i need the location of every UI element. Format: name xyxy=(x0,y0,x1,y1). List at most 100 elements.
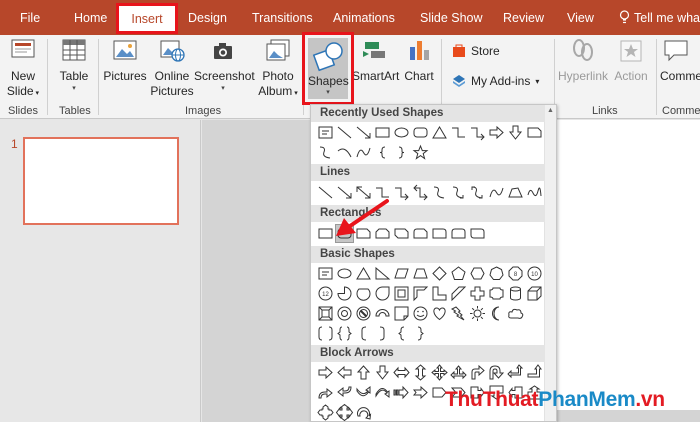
shape-right-arrow[interactable] xyxy=(487,123,506,142)
shape-striped-right-arrow[interactable] xyxy=(392,383,411,402)
shape-right-bracket[interactable] xyxy=(373,324,392,343)
shape-down-block-arrow[interactable] xyxy=(373,363,392,382)
shape-down-arrow[interactable] xyxy=(506,123,525,142)
shape-round-diagonal-rectangle[interactable] xyxy=(468,224,487,243)
shape-left-up-arrow[interactable] xyxy=(506,363,525,382)
shape-snip-diagonal-rectangle[interactable] xyxy=(392,224,411,243)
shape-line[interactable] xyxy=(335,123,354,142)
shape-teardrop[interactable] xyxy=(373,284,392,303)
shape-oval[interactable] xyxy=(392,123,411,142)
shape-hexagon[interactable] xyxy=(468,264,487,283)
shape-rounded-rectangle[interactable] xyxy=(411,123,430,142)
shape-left-bracket[interactable] xyxy=(354,324,373,343)
shape-arrow-line[interactable] xyxy=(354,123,373,142)
tab-home[interactable]: Home xyxy=(74,11,107,25)
shape-smiley-face[interactable] xyxy=(411,304,430,323)
my-addins-button[interactable]: My Add-ins ▾ xyxy=(452,74,539,88)
shape-sun[interactable] xyxy=(468,304,487,323)
shape-heart[interactable] xyxy=(430,304,449,323)
shape-elbow-connector[interactable] xyxy=(449,123,468,142)
shape-pentagon[interactable] xyxy=(449,264,468,283)
hyperlink-button[interactable]: Hyperlink xyxy=(557,37,609,84)
shape-arc[interactable] xyxy=(335,143,354,162)
shape-oval[interactable] xyxy=(335,264,354,283)
shape-cloud[interactable] xyxy=(506,304,525,323)
shape-curved-left-arrow[interactable] xyxy=(335,383,354,402)
shape-decagon[interactable]: 10 xyxy=(525,264,544,283)
shape-chord[interactable] xyxy=(354,284,373,303)
tell-me-search[interactable]: Tell me what xyxy=(634,11,700,25)
shape-curved-connector[interactable] xyxy=(430,183,449,202)
shape-cross-arrows[interactable] xyxy=(335,403,354,421)
shape-bevel[interactable] xyxy=(316,304,335,323)
shape-elbow-double-arrow[interactable] xyxy=(411,183,430,202)
tab-view[interactable]: View xyxy=(567,11,594,25)
tab-insert[interactable]: Insert xyxy=(116,3,178,34)
shape-octagon[interactable]: 8 xyxy=(506,264,525,283)
shape-left-right-arrow[interactable] xyxy=(392,363,411,382)
gallery-scrollbar[interactable]: ▲ xyxy=(544,105,556,421)
shape-curve[interactable] xyxy=(487,183,506,202)
slide-canvas[interactable] xyxy=(546,120,700,410)
shape-right-brace[interactable] xyxy=(392,143,411,162)
shape-snip-round-rectangle[interactable] xyxy=(411,224,430,243)
tab-transitions[interactable]: Transitions xyxy=(252,11,313,25)
pictures-button[interactable]: Pictures xyxy=(101,37,149,84)
shape-curved-down-arrow[interactable] xyxy=(373,383,392,402)
shape-donut[interactable] xyxy=(335,304,354,323)
action-button[interactable]: Action xyxy=(611,37,651,84)
store-button[interactable]: Store xyxy=(452,44,500,58)
scroll-up-icon[interactable]: ▲ xyxy=(547,107,554,114)
shapes-button[interactable]: Shapes ▾ xyxy=(302,32,354,105)
shape-round-single-corner-rectangle[interactable] xyxy=(430,224,449,243)
chart-button[interactable]: Chart xyxy=(401,37,437,84)
comment-button[interactable]: Comme xyxy=(660,37,700,84)
shape-up-down-arrow[interactable] xyxy=(411,363,430,382)
shape-can[interactable] xyxy=(506,284,525,303)
shape-pie[interactable] xyxy=(335,284,354,303)
shape-half-frame[interactable] xyxy=(411,284,430,303)
shape-left-brace[interactable] xyxy=(373,143,392,162)
shape-circular-arrow[interactable] xyxy=(354,403,373,421)
shape-curve[interactable] xyxy=(354,143,373,162)
slide-thumbnail[interactable] xyxy=(23,137,179,225)
shape-bent-up-arrow[interactable] xyxy=(525,363,544,382)
shape-l-shape[interactable] xyxy=(430,284,449,303)
shape-cube[interactable] xyxy=(525,284,544,303)
smartart-button[interactable]: SmartArt xyxy=(352,37,399,84)
table-button[interactable]: Table ▾ xyxy=(54,37,94,93)
photo-album-button[interactable]: Photo Album ▾ xyxy=(255,37,301,101)
shape-freeform[interactable] xyxy=(506,183,525,202)
shape-bent-arrow[interactable] xyxy=(468,363,487,382)
shape-left-block-arrow[interactable] xyxy=(335,363,354,382)
shape-snip-corner[interactable] xyxy=(525,123,544,142)
shape-right-brace[interactable] xyxy=(411,324,430,343)
shape-notched-right-arrow[interactable] xyxy=(411,383,430,402)
shape-triangle[interactable] xyxy=(354,264,373,283)
shape-curved-up-arrow[interactable] xyxy=(354,383,373,402)
shape-no-symbol[interactable] xyxy=(354,304,373,323)
tab-animations[interactable]: Animations xyxy=(333,11,395,25)
tab-slideshow[interactable]: Slide Show xyxy=(420,11,483,25)
shape-star[interactable] xyxy=(411,143,430,162)
shape-scribble[interactable] xyxy=(525,183,544,202)
shape-dodecagon[interactable]: 12 xyxy=(316,284,335,303)
shape-trapezoid[interactable] xyxy=(411,264,430,283)
shape-heptagon[interactable] xyxy=(487,264,506,283)
shape-curved-right-arrow[interactable] xyxy=(316,383,335,402)
shape-text-box[interactable] xyxy=(316,123,335,142)
tab-review[interactable]: Review xyxy=(503,11,544,25)
shape-block-arc[interactable] xyxy=(373,304,392,323)
shape-double-brace[interactable] xyxy=(335,324,354,343)
shape-curved-double-arrow[interactable] xyxy=(468,183,487,202)
screenshot-button[interactable]: Screenshot ▾ xyxy=(194,37,255,93)
shape-cross[interactable] xyxy=(468,284,487,303)
shape-double-bracket[interactable] xyxy=(316,324,335,343)
shape-parallelogram[interactable] xyxy=(392,264,411,283)
shape-frame[interactable] xyxy=(392,284,411,303)
shape-diamond[interactable] xyxy=(430,264,449,283)
shape-curved-arrow[interactable] xyxy=(449,183,468,202)
shape-curved-connector[interactable] xyxy=(316,143,335,162)
shape-text-box[interactable] xyxy=(316,264,335,283)
shape-rectangle[interactable] xyxy=(373,123,392,142)
